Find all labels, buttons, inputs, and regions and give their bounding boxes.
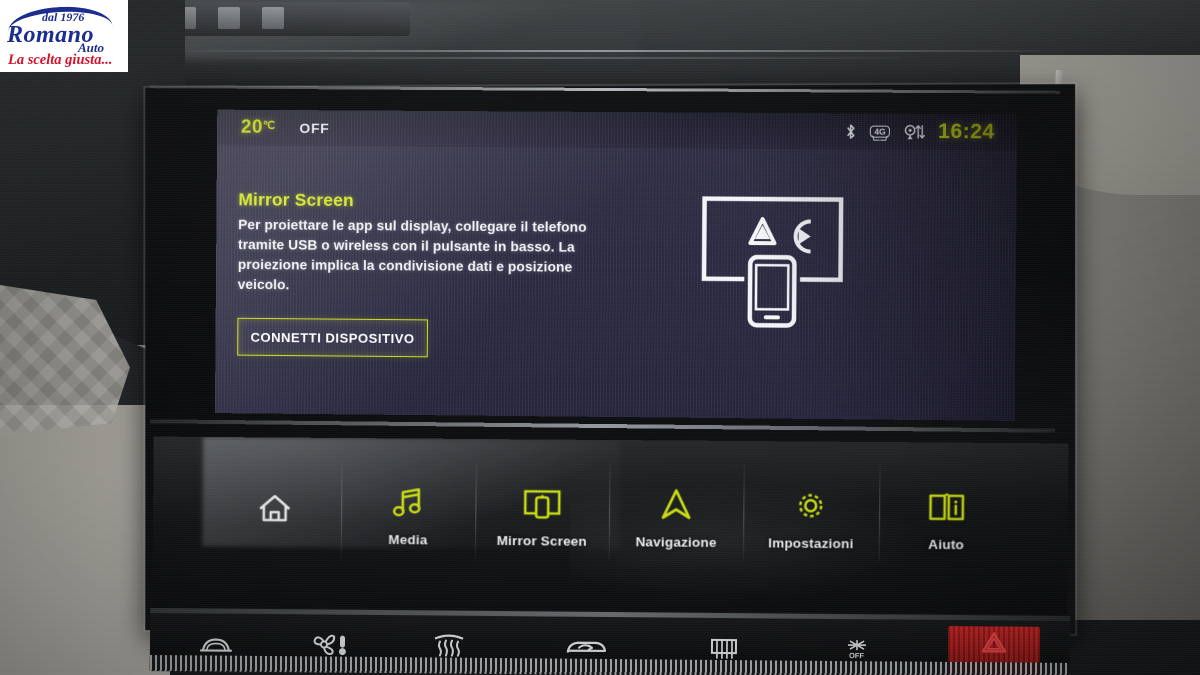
mirror-screen-illustration-column: [633, 148, 1017, 421]
page-description: Per proiettare le app sul display, colle…: [237, 217, 587, 292]
climate-state-label[interactable]: OFF: [299, 120, 329, 136]
help-book-icon: [926, 484, 967, 529]
cabin-temperature[interactable]: 20℃: [241, 117, 276, 139]
nav-item-media[interactable]: Media: [341, 456, 475, 565]
screen-cast-icon: [521, 481, 563, 525]
nav-label-navigazione: Navigazione: [635, 533, 717, 550]
screen-mirroring-illustration: [681, 180, 863, 337]
climate-control-bar: OFF: [149, 607, 1071, 675]
hazard-triangle-icon: [981, 632, 1007, 653]
ac-off-icon: [847, 639, 866, 650]
nav-item-navigazione[interactable]: Navigazione: [609, 458, 744, 567]
bluetooth-icon: [845, 123, 857, 140]
climate-off-label: OFF: [843, 639, 869, 660]
rear-demist-icon: [434, 634, 464, 657]
fan-temp-icon: [313, 634, 347, 656]
connect-device-button[interactable]: CONNETTI DISPOSITIVO: [237, 318, 429, 358]
air-recirculation-icon: [567, 641, 607, 653]
nav-label-mirror-screen: Mirror Screen: [496, 532, 587, 549]
clock: 16:24: [938, 119, 995, 144]
navigation-arrow-icon: [658, 482, 694, 526]
status-icons: 4G 16:24: [845, 119, 995, 144]
location-data-icon: [903, 123, 925, 140]
logo-tagline: La scelta giusta...: [8, 52, 113, 68]
status-bar: 20℃ OFF 4G 16:24: [217, 109, 1018, 151]
temperature-unit: ℃: [262, 119, 276, 132]
navigation-bar: Media Mirror Screen Navigazione Impostaz…: [208, 455, 1015, 570]
dashboard-trim-line-2: [200, 57, 900, 59]
nav-label-aiuto: Aiuto: [928, 536, 965, 552]
touch-navigation-panel: Media Mirror Screen Navigazione Impostaz…: [152, 436, 1069, 615]
nav-label-impostazioni: Impostazioni: [768, 534, 854, 551]
gear-icon: [793, 483, 830, 527]
temperature-value: 20: [240, 116, 263, 138]
nav-label-media: Media: [388, 531, 428, 547]
mirror-screen-text-column: Mirror Screen Per proiettare le app sul …: [215, 145, 635, 417]
nav-item-impostazioni[interactable]: Impostazioni: [743, 459, 879, 568]
home-icon: [257, 486, 293, 530]
front-demist-icon: [200, 638, 233, 652]
nav-item-mirror-screen[interactable]: Mirror Screen: [475, 457, 610, 566]
rear-window-heater-icon: [710, 638, 737, 659]
air-vent-strip: [160, 2, 410, 36]
nav-item-aiuto[interactable]: Aiuto: [878, 460, 1015, 570]
nav-item-home[interactable]: [208, 455, 342, 564]
dealer-logo-watermark: dal 1976 Romano Auto La scelta giusta...: [0, 0, 128, 72]
4g-icon: 4G: [870, 125, 890, 138]
page-title: Mirror Screen: [238, 189, 354, 211]
mirror-screen-page: Mirror Screen Per proiettare le app sul …: [215, 145, 1017, 420]
infotainment-display[interactable]: 20℃ OFF 4G 16:24 Mirror Screen Per proie…: [214, 109, 1018, 421]
car-interior-scene: 20℃ OFF 4G 16:24 Mirror Screen Per proie…: [0, 0, 1200, 675]
music-note-icon: [391, 480, 425, 524]
dashboard-trim-line: [160, 50, 1040, 52]
